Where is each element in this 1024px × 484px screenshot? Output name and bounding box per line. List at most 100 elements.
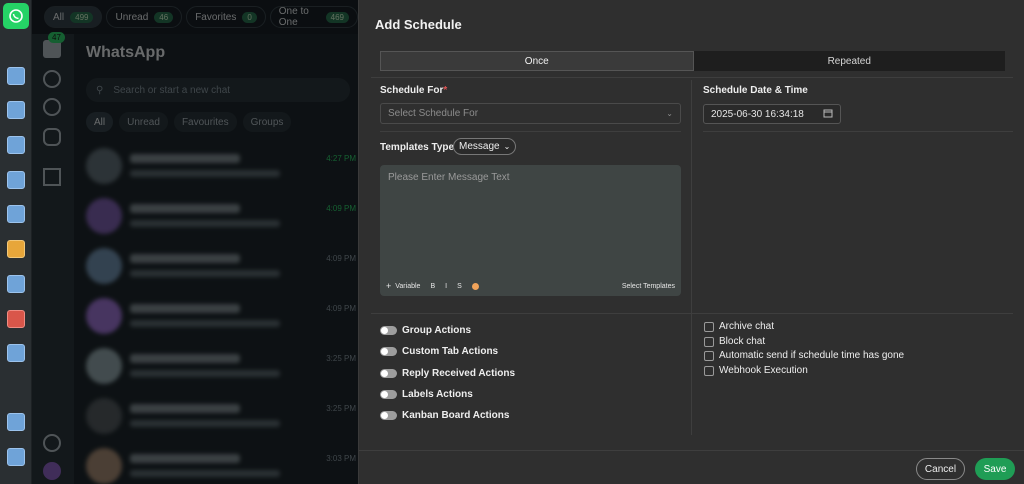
schedule-for-placeholder: Select Schedule For	[388, 108, 479, 119]
edit-note-icon[interactable]	[7, 275, 25, 293]
chat-preview-blurred	[130, 320, 280, 327]
checkbox-archive-chat[interactable]: Archive chat	[704, 321, 774, 332]
checkbox[interactable]	[704, 365, 714, 376]
message-placeholder: Please Enter Message Text	[388, 172, 510, 183]
checkbox-webhook-execution[interactable]: Webhook Execution	[704, 365, 808, 376]
chat-row[interactable]: 3:03 PM	[86, 444, 356, 484]
bell-icon[interactable]	[7, 240, 25, 258]
chat-time: 4:09 PM	[326, 254, 356, 263]
strikethrough-button[interactable]: S	[457, 283, 462, 290]
required-asterisk: *	[443, 85, 448, 96]
status-icon[interactable]	[43, 70, 61, 88]
chat-preview-blurred	[130, 470, 280, 477]
checkbox[interactable]	[704, 350, 714, 361]
whatsapp-logo-icon[interactable]	[3, 3, 29, 29]
schedule-for-label-text: Schedule For	[380, 85, 444, 96]
search-icon: ⚲	[96, 84, 104, 96]
divider	[703, 131, 1013, 132]
toggle-switch[interactable]	[380, 390, 397, 399]
calendar-icon[interactable]	[7, 205, 25, 223]
checkbox-block-chat[interactable]: Block chat	[704, 336, 765, 347]
add-schedule-modal: Add Schedule Once Repeated Schedule For*…	[358, 0, 1024, 484]
filter-one-to-one[interactable]: One to One 469	[269, 6, 358, 28]
chip-unread[interactable]: Unread	[119, 112, 168, 132]
avatar	[86, 448, 122, 484]
checkbox[interactable]	[704, 321, 714, 332]
templates-type-value: Message	[459, 141, 500, 152]
avatar	[86, 398, 122, 434]
toggle-group-actions[interactable]: Group Actions	[380, 325, 471, 336]
toggle-switch[interactable]	[380, 347, 397, 356]
schedule-for-select[interactable]: Select Schedule For ⌄	[380, 103, 681, 124]
chat-preview-blurred	[130, 220, 280, 227]
chat-preview-blurred	[130, 420, 280, 427]
checkbox-auto-send[interactable]: Automatic send if schedule time has gone	[704, 350, 904, 361]
filter-count: 499	[70, 11, 94, 23]
copy-icon[interactable]	[7, 101, 25, 119]
checkbox-label: Automatic send if schedule time has gone	[719, 350, 905, 361]
toggle-label: Reply Received Actions	[402, 368, 516, 379]
toggle-switch[interactable]	[380, 369, 397, 378]
checkbox[interactable]	[704, 336, 714, 347]
communities-icon[interactable]	[43, 128, 61, 146]
toggle-label: Labels Actions	[402, 389, 473, 400]
user-profile-icon[interactable]	[7, 448, 25, 466]
chat-row[interactable]: 4:09 PM	[86, 194, 356, 242]
chevron-down-icon: ⌄	[666, 109, 673, 118]
search-input[interactable]: ⚲ Search or start a new chat	[86, 78, 350, 102]
chip-groups[interactable]: Groups	[242, 112, 292, 132]
profile-avatar[interactable]	[43, 462, 61, 480]
cancel-button[interactable]: Cancel	[916, 458, 965, 480]
chat-name-blurred	[130, 354, 240, 363]
schedule-for-label: Schedule For*	[380, 85, 447, 96]
select-templates-button[interactable]: Select Templates	[622, 283, 675, 290]
chevron-down-icon: ⌄	[503, 142, 511, 151]
chat-row[interactable]: 4:09 PM	[86, 294, 356, 342]
variable-button[interactable]: + Variable	[386, 281, 420, 291]
store-icon[interactable]	[43, 168, 61, 186]
checkbox-label: Block chat	[719, 336, 766, 347]
message-editor[interactable]: Please Enter Message Text + Variable B I …	[380, 165, 681, 296]
settings-cog-icon[interactable]	[7, 413, 25, 431]
toggle-switch[interactable]	[380, 411, 397, 420]
italic-button[interactable]: I	[445, 283, 447, 290]
channels-icon[interactable]	[43, 98, 61, 116]
chip-all[interactable]: All	[86, 112, 114, 132]
chat-row[interactable]: 3:25 PM	[86, 394, 356, 442]
filter-label: All	[53, 11, 65, 23]
pin-icon[interactable]	[7, 310, 25, 328]
filter-label: One to One	[278, 6, 309, 28]
network-icon[interactable]	[7, 344, 25, 362]
document-icon[interactable]	[7, 136, 25, 154]
filter-count: 469	[325, 11, 349, 23]
chat-preview-blurred	[130, 170, 280, 177]
toggle-labels-actions[interactable]: Labels Actions	[380, 389, 473, 400]
toggle-switch[interactable]	[380, 326, 397, 335]
chat-bubble-icon[interactable]	[7, 67, 25, 85]
filter-all[interactable]: All 499	[44, 6, 103, 28]
emoji-icon[interactable]	[471, 282, 479, 290]
toggle-custom-tab-actions[interactable]: Custom Tab Actions	[380, 346, 498, 357]
schedule-date-label: Schedule Date & Time	[703, 85, 808, 96]
toggle-label: Kanban Board Actions	[402, 410, 510, 421]
modal-title: Add Schedule	[375, 17, 462, 32]
save-button[interactable]: Save	[975, 458, 1015, 480]
settings-icon[interactable]	[43, 434, 61, 452]
filter-favorites[interactable]: Favorites 0	[186, 6, 266, 28]
toggle-reply-received-actions[interactable]: Reply Received Actions	[380, 368, 515, 379]
templates-type-select[interactable]: Message ⌄	[453, 138, 517, 155]
tab-repeated[interactable]: Repeated	[694, 51, 1006, 71]
filter-unread[interactable]: Unread 46	[106, 6, 183, 28]
chip-favourites[interactable]: Favourites	[173, 112, 237, 132]
chat-row[interactable]: 4:09 PM	[86, 244, 356, 292]
chat-name-blurred	[130, 254, 240, 263]
footer-divider	[359, 450, 1024, 451]
chat-row[interactable]: 3:25 PM	[86, 344, 356, 392]
toggle-kanban-board-actions[interactable]: Kanban Board Actions	[380, 410, 509, 421]
schedule-date-input[interactable]: 2025-06-30 16:34:18	[703, 104, 841, 124]
bold-button[interactable]: B	[430, 283, 435, 290]
tools-icon[interactable]	[7, 171, 25, 189]
chat-row[interactable]: 4:27 PM	[86, 144, 356, 192]
chat-name-blurred	[130, 204, 240, 213]
tab-once[interactable]: Once	[380, 51, 694, 71]
